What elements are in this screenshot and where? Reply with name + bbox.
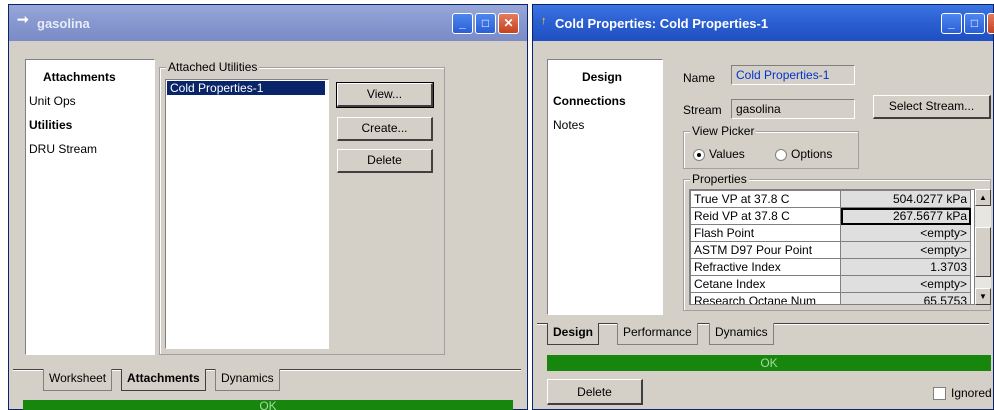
- utilities-list[interactable]: Cold Properties-1: [165, 79, 329, 349]
- close-button[interactable]: ✕: [498, 13, 519, 34]
- property-name: True VP at 37.8 C: [690, 190, 841, 208]
- minimize-button[interactable]: _: [452, 13, 473, 34]
- values-radio[interactable]: [693, 149, 705, 161]
- table-row[interactable]: Refractive Index 1.3703: [690, 258, 971, 276]
- property-name: Flash Point: [690, 224, 841, 242]
- tab-dynamics[interactable]: Dynamics: [215, 369, 280, 391]
- tab-design[interactable]: Design: [547, 323, 600, 345]
- tab-performance[interactable]: Performance: [617, 323, 698, 345]
- scroll-thumb[interactable]: [975, 227, 991, 277]
- property-value[interactable]: <empty>: [840, 275, 971, 293]
- nav-item-connections[interactable]: Connections: [553, 94, 626, 108]
- maximize-button[interactable]: □: [475, 13, 496, 34]
- attachments-nav-panel: Attachments Unit Ops Utilities DRU Strea…: [25, 59, 155, 355]
- stream-field: gasolina: [731, 99, 855, 119]
- property-value[interactable]: 504.0277 kPa: [840, 190, 971, 208]
- table-row[interactable]: Research Octane Num 65.5753: [690, 292, 971, 304]
- design-nav-panel: Design Connections Notes: [547, 59, 663, 315]
- options-radio-label[interactable]: Options: [791, 147, 832, 161]
- property-value[interactable]: 267.5677 kPa: [840, 207, 971, 225]
- attached-utilities-label: Attached Utilities: [166, 60, 260, 74]
- nav-item-utilities[interactable]: Utilities: [29, 118, 72, 132]
- status-bar: OK: [547, 355, 991, 371]
- properties-grid[interactable]: True VP at 37.8 C 504.0277 kPa Reid VP at …: [689, 189, 975, 305]
- gasolina-titlebar[interactable]: ➞ gasolina _ □ ✕: [9, 5, 527, 41]
- property-value[interactable]: <empty>: [840, 224, 971, 242]
- options-radio[interactable]: [775, 149, 787, 161]
- property-name: Reid VP at 37.8 C: [690, 207, 841, 225]
- property-name: Refractive Index: [690, 258, 841, 276]
- scroll-up-arrow-icon[interactable]: ▲: [975, 189, 991, 206]
- nav-item-notes[interactable]: Notes: [553, 118, 584, 132]
- status-bar: OK: [23, 400, 513, 410]
- window-title: gasolina: [37, 16, 90, 31]
- scroll-down-arrow-icon[interactable]: ▼: [975, 288, 991, 305]
- table-row[interactable]: ASTM D97 Pour Point <empty>: [690, 241, 971, 259]
- property-name: Cetane Index: [690, 275, 841, 293]
- stream-arrow-icon: ➞: [17, 11, 29, 27]
- property-value[interactable]: <empty>: [840, 241, 971, 259]
- select-stream-button[interactable]: Select Stream...: [873, 95, 991, 119]
- nav-title: Attachments: [43, 70, 116, 84]
- tab-attachments[interactable]: Attachments: [121, 369, 206, 391]
- gasolina-window: ➞ gasolina _ □ ✕ Attachments Unit Ops Ut…: [8, 4, 528, 410]
- nav-item-unit-ops[interactable]: Unit Ops: [29, 94, 76, 108]
- table-row[interactable]: Cetane Index <empty>: [690, 275, 971, 293]
- view-picker-label: View Picker: [690, 124, 757, 138]
- minimize-button[interactable]: _: [941, 13, 962, 34]
- close-button[interactable]: ✕: [987, 13, 994, 34]
- property-value[interactable]: 65.5753: [840, 292, 971, 304]
- values-radio-label[interactable]: Values: [709, 147, 745, 161]
- delete-button[interactable]: Delete: [547, 379, 643, 405]
- nav-title-design: Design: [582, 70, 623, 84]
- name-field[interactable]: Cold Properties-1: [731, 65, 855, 85]
- table-row[interactable]: Flash Point <empty>: [690, 224, 971, 242]
- properties-label: Properties: [690, 172, 749, 186]
- tab-dynamics[interactable]: Dynamics: [709, 323, 774, 345]
- cold-properties-window: ↑ Cold Properties: Cold Properties-1 _ □…: [532, 4, 994, 410]
- vertical-scrollbar[interactable]: ▲ ▼: [975, 189, 991, 305]
- list-item[interactable]: Cold Properties-1: [167, 81, 325, 95]
- nav-item-dru-stream[interactable]: DRU Stream: [29, 142, 97, 156]
- properties-table: True VP at 37.8 C 504.0277 kPa Reid VP at …: [690, 190, 971, 304]
- table-row[interactable]: Reid VP at 37.8 C 267.5677 kPa: [690, 207, 971, 225]
- create-button[interactable]: Create...: [337, 117, 433, 141]
- utility-icon: ↑: [541, 15, 547, 27]
- name-label: Name: [683, 71, 716, 85]
- table-row[interactable]: True VP at 37.8 C 504.0277 kPa: [690, 190, 971, 208]
- delete-button[interactable]: Delete: [337, 149, 433, 173]
- ignored-checkbox[interactable]: [933, 387, 946, 400]
- property-name: Research Octane Num: [690, 292, 841, 304]
- view-button[interactable]: View...: [336, 82, 434, 108]
- maximize-button[interactable]: □: [964, 13, 985, 34]
- property-value[interactable]: 1.3703: [840, 258, 971, 276]
- cold-properties-titlebar[interactable]: ↑ Cold Properties: Cold Properties-1 _ □…: [533, 5, 994, 41]
- stream-label: Stream: [683, 103, 722, 117]
- window-title: Cold Properties: Cold Properties-1: [555, 16, 769, 31]
- ignored-label[interactable]: Ignored: [951, 386, 992, 400]
- property-name: ASTM D97 Pour Point: [690, 241, 841, 259]
- tab-worksheet[interactable]: Worksheet: [43, 369, 113, 391]
